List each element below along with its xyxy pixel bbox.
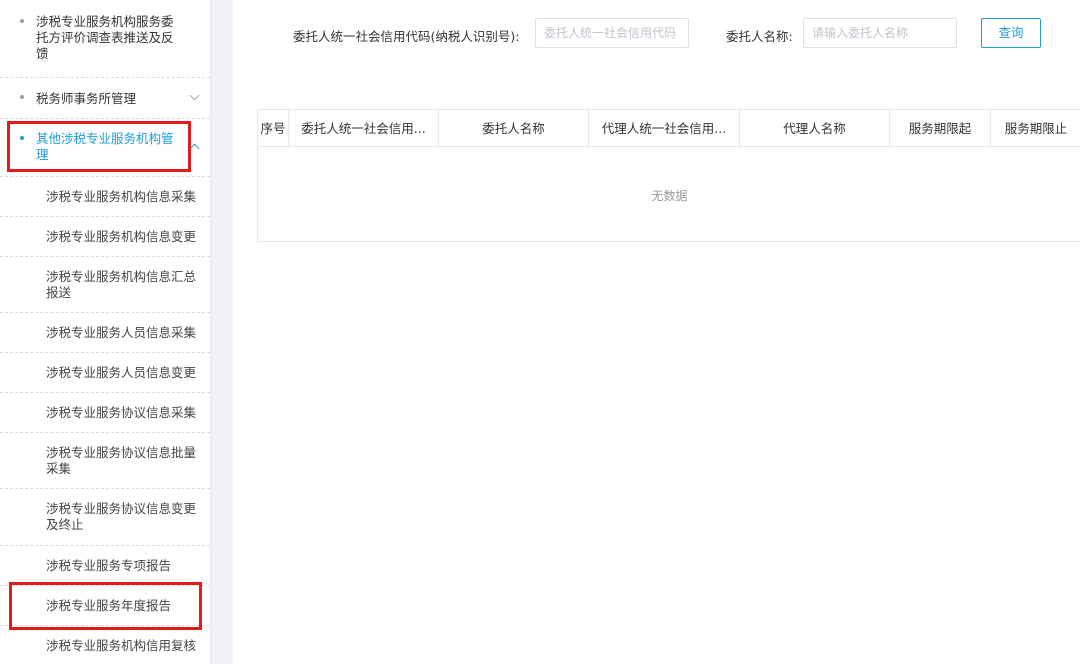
sidebar-item-tax-agent-firm[interactable]: 税务师事务所管理 — [0, 78, 210, 119]
sidebar-item-label: 其他涉税专业服务机构管理 — [36, 131, 174, 162]
submenu-item[interactable]: 涉税专业服务机构信息采集 — [0, 177, 210, 217]
column-header: 委托人名称 — [439, 110, 589, 147]
bullet-icon — [20, 136, 24, 140]
empty-state: 无数据 — [651, 189, 688, 203]
chevron-down-icon — [189, 90, 200, 101]
chevron-up-icon — [189, 143, 200, 154]
submenu-item[interactable]: 涉税专业服务专项报告 — [0, 546, 210, 586]
sidebar: 涉税专业服务机构服务委托方评价调查表推送及反馈 税务师事务所管理 其他涉税专业服… — [0, 0, 211, 664]
submenu-item-label: 涉税专业服务协议信息批量采集 — [46, 445, 197, 476]
submenu-item-label: 涉税专业服务人员信息变更 — [46, 365, 197, 380]
column-header: 服务期限起 — [890, 110, 991, 147]
submenu-item-label: 涉税专业服务专项报告 — [46, 558, 172, 573]
page: 涉税专业服务机构服务委托方评价调查表推送及反馈 税务师事务所管理 其他涉税专业服… — [0, 0, 1080, 664]
submenu-item[interactable]: 涉税专业服务机构信息汇总报送 — [0, 257, 210, 313]
content-gutter — [211, 0, 233, 664]
query-button[interactable]: 查询 — [981, 18, 1041, 48]
submenu-item-label: 涉税专业服务机构信息变更 — [46, 229, 197, 244]
column-header: 代理人统一社会信用... — [589, 110, 740, 147]
submenu-item[interactable]: 涉税专业服务机构信息变更 — [0, 217, 210, 257]
bullet-icon — [20, 19, 24, 23]
column-header: 委托人统一社会信用... — [289, 110, 439, 147]
column-header: 序号 — [258, 110, 289, 147]
submenu-item-label: 涉税专业服务协议信息采集 — [46, 405, 197, 420]
column-header: 服务期限止 — [1004, 121, 1068, 136]
submenu-item[interactable]: 涉税专业服务协议信息批量采集 — [0, 433, 210, 489]
submenu-item-label: 涉税专业服务机构信息采集 — [46, 189, 197, 204]
credit-code-input[interactable] — [535, 18, 689, 48]
credit-code-label: 委托人统一社会信用代码(纳税人识别号): — [293, 29, 520, 44]
sidebar-item-evaluation-survey[interactable]: 涉税专业服务机构服务委托方评价调查表推送及反馈 — [0, 0, 210, 78]
table-header: 序号 委托人统一社会信用... 委托人名称 代理人统一社会信用... 代理人名称… — [258, 110, 1080, 147]
submenu-item[interactable]: 涉税专业服务人员信息变更 — [0, 353, 210, 393]
submenu-item-label: 涉税专业服务年度报告 — [46, 598, 172, 613]
submenu-item[interactable]: 涉税专业服务协议信息变更及终止 — [0, 489, 210, 546]
submenu-item[interactable]: 涉税专业服务人员信息采集 — [0, 313, 210, 353]
sidebar-item-label: 涉税专业服务机构服务委托方评价调查表推送及反馈 — [36, 14, 174, 61]
submenu-item-label: 涉税专业服务机构信用复核 — [46, 638, 197, 653]
submenu-item[interactable]: 涉税专业服务机构信用复核 — [0, 626, 210, 664]
submenu-item-label: 涉税专业服务机构信息汇总报送 — [46, 269, 197, 300]
sidebar-item-other-institutions[interactable]: 其他涉税专业服务机构管理 — [0, 119, 210, 177]
principal-name-input[interactable] — [803, 18, 957, 48]
sidebar-item-label: 税务师事务所管理 — [36, 91, 137, 106]
submenu-item-annual-report[interactable]: 涉税专业服务年度报告 — [0, 586, 210, 626]
submenu-item-label: 涉税专业服务人员信息采集 — [46, 325, 197, 340]
bullet-icon — [20, 95, 24, 99]
results-table: 序号 委托人统一社会信用... 委托人名称 代理人统一社会信用... 代理人名称… — [257, 109, 1080, 242]
submenu-item-label: 涉税专业服务协议信息变更及终止 — [46, 501, 197, 532]
column-header: 代理人名称 — [740, 110, 890, 147]
submenu-item[interactable]: 涉税专业服务协议信息采集 — [0, 393, 210, 433]
principal-name-label: 委托人名称: — [726, 29, 793, 44]
